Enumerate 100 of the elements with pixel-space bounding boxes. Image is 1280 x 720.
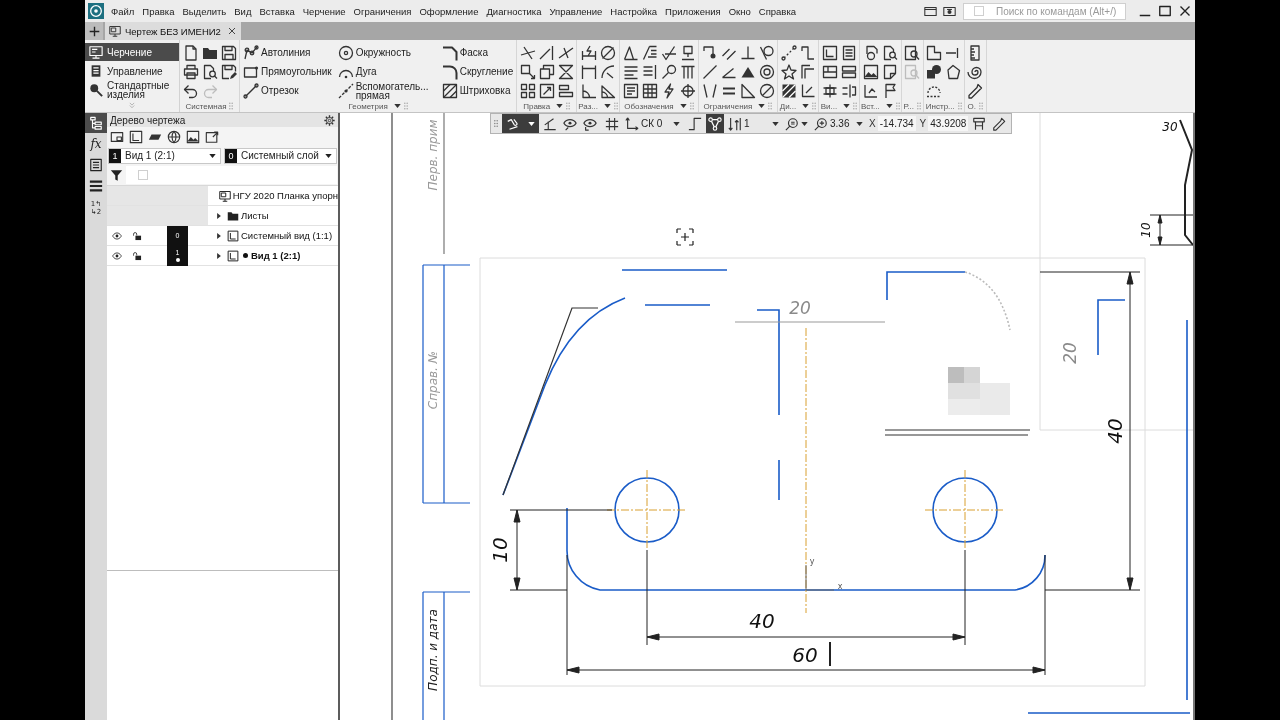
collapsed-arrow-icon[interactable] — [217, 252, 221, 259]
menu-item[interactable]: Окно — [724, 5, 755, 17]
eye-icon[interactable] — [111, 230, 123, 241]
grid-array-icon[interactable] — [519, 82, 536, 99]
move-node-icon[interactable] — [519, 63, 536, 80]
stacked-panels-icon[interactable] — [840, 63, 857, 80]
open-padlock-icon[interactable] — [132, 230, 142, 241]
menu-item[interactable]: Выделить — [178, 5, 231, 17]
window-icon[interactable] — [923, 4, 938, 18]
undo-arrow-icon[interactable] — [182, 82, 199, 99]
menu-item[interactable]: Справка — [754, 5, 801, 17]
ribbon-mode-tab[interactable]: Управление — [85, 62, 179, 80]
collapsed-arrow-icon[interactable] — [217, 232, 221, 239]
text-lines-icon[interactable] — [622, 63, 639, 80]
tool-button[interactable]: Штриховка — [441, 81, 514, 100]
search-field[interactable]: Поиск по командам (Alt+/) — [963, 2, 1126, 20]
maximize-icon[interactable] — [1159, 5, 1171, 17]
circle-slash-icon[interactable] — [758, 82, 775, 99]
converging-lines-icon[interactable] — [701, 82, 718, 99]
measure-distance-icon[interactable] — [780, 44, 797, 61]
leader-text-icon[interactable] — [641, 44, 658, 61]
menu-item[interactable]: Черчение — [298, 5, 350, 17]
caret-icon[interactable] — [556, 104, 564, 108]
caret-icon[interactable] — [679, 104, 687, 108]
diameter-icon[interactable] — [599, 44, 616, 61]
coordinate-field[interactable]: -14.734 — [877, 116, 916, 131]
fixed-point-icon[interactable] — [701, 44, 718, 61]
table-icon[interactable] — [641, 82, 658, 99]
step-outline-icon[interactable] — [926, 44, 943, 61]
extend-line-icon[interactable] — [538, 44, 555, 61]
open-padlock-icon[interactable] — [132, 250, 142, 261]
tree-row[interactable]: НГУ 2020 Планка упорн — [107, 186, 338, 206]
tree-item-label[interactable]: НГУ 2020 Планка упорн — [232, 190, 338, 201]
caret-icon[interactable] — [843, 104, 851, 108]
document-tab[interactable]: Чертеж БЕЗ ИМЕНИ2 — [105, 22, 241, 40]
snap-toggle-button[interactable] — [502, 114, 539, 133]
dimension-lightning-icon[interactable] — [580, 44, 597, 61]
axes-square-icon[interactable] — [129, 129, 143, 144]
concentric-circles-icon[interactable] — [758, 63, 775, 80]
crosshair-circle-icon[interactable] — [679, 82, 696, 99]
tool-button[interactable]: Дуга — [337, 62, 436, 81]
gear-icon[interactable] — [324, 114, 335, 126]
picture-icon[interactable] — [862, 63, 879, 80]
menu-item[interactable]: Диагностика — [482, 5, 546, 17]
frame-corner-icon[interactable] — [862, 82, 879, 99]
filter-field[interactable] — [126, 166, 337, 184]
eye-icon[interactable] — [111, 250, 123, 261]
new-tab-button[interactable] — [85, 22, 103, 40]
eyedropper-icon[interactable] — [967, 82, 984, 99]
ribbon-mode-tab[interactable]: Стандартные изделия — [85, 81, 179, 99]
menu-item[interactable]: Файл — [107, 5, 139, 17]
tangent-circle-icon[interactable] — [758, 44, 775, 61]
tool-button[interactable]: Скругление — [441, 62, 514, 81]
starburst-icon[interactable] — [780, 63, 797, 80]
close-icon[interactable] — [227, 27, 236, 35]
tool-button[interactable]: Отрезок — [243, 81, 332, 100]
corner-frame-icon[interactable] — [799, 63, 816, 80]
text-frame-icon[interactable] — [622, 82, 639, 99]
coordinate-axes-icon[interactable] — [799, 82, 816, 99]
layer-dropdown[interactable]: 0 Системный слой — [224, 147, 337, 164]
zoom-page-icon[interactable] — [904, 44, 921, 61]
caret-icon[interactable] — [604, 104, 611, 108]
tree-row[interactable]: Листы — [107, 206, 338, 226]
tool-button[interactable]: Окружность — [337, 43, 436, 62]
polygon-icon[interactable] — [945, 63, 962, 80]
tool-button[interactable]: Фаска — [441, 43, 514, 62]
menu-item[interactable]: Ограничения — [349, 5, 416, 17]
page-icon[interactable] — [182, 44, 199, 61]
filter-funnel-icon[interactable] — [110, 168, 123, 182]
corner-bracket-icon[interactable] — [799, 44, 816, 61]
solid-shapes-icon[interactable] — [926, 63, 943, 80]
caret-icon[interactable] — [393, 104, 401, 108]
leader-lines-icon[interactable] — [622, 44, 639, 61]
coordinate-system-dropdown[interactable]: СК 0 — [623, 114, 682, 133]
caret-icon[interactable] — [885, 104, 893, 108]
printer-icon[interactable] — [182, 63, 199, 80]
menu-item[interactable]: Приложения — [661, 5, 725, 17]
right-triangle-icon[interactable] — [739, 82, 756, 99]
menu-item[interactable]: Настройка — [606, 5, 662, 17]
linear-dimension-icon[interactable] — [580, 63, 597, 80]
side-tab[interactable]: fx — [85, 134, 107, 154]
menu-item[interactable]: Вид — [230, 5, 256, 17]
table-header-icon[interactable] — [679, 63, 696, 80]
page-magnifier-icon[interactable] — [201, 63, 218, 80]
mirror-icon[interactable] — [557, 63, 574, 80]
camera-screen-icon[interactable] — [942, 4, 957, 18]
folded-page-icon[interactable] — [881, 63, 898, 80]
side-tab[interactable] — [85, 113, 107, 133]
scale-icon[interactable] — [538, 82, 555, 99]
view-dropdown[interactable]: 1 Вид 1 (2:1) — [108, 147, 221, 164]
globe-icon[interactable] — [167, 129, 181, 144]
caret-icon[interactable] — [802, 104, 810, 108]
caret-icon[interactable] — [758, 104, 766, 108]
split-sheet-icon[interactable] — [821, 63, 838, 80]
tree-item-label[interactable]: Системный вид (1:1) — [241, 230, 333, 241]
menu-item[interactable]: Вставка — [255, 5, 299, 17]
hatched-square-icon[interactable] — [780, 82, 797, 99]
tool-button[interactable]: Прямоугольник — [243, 62, 332, 81]
align-bars-icon[interactable] — [557, 82, 574, 99]
step-dropdown[interactable]: 1 — [726, 114, 781, 133]
